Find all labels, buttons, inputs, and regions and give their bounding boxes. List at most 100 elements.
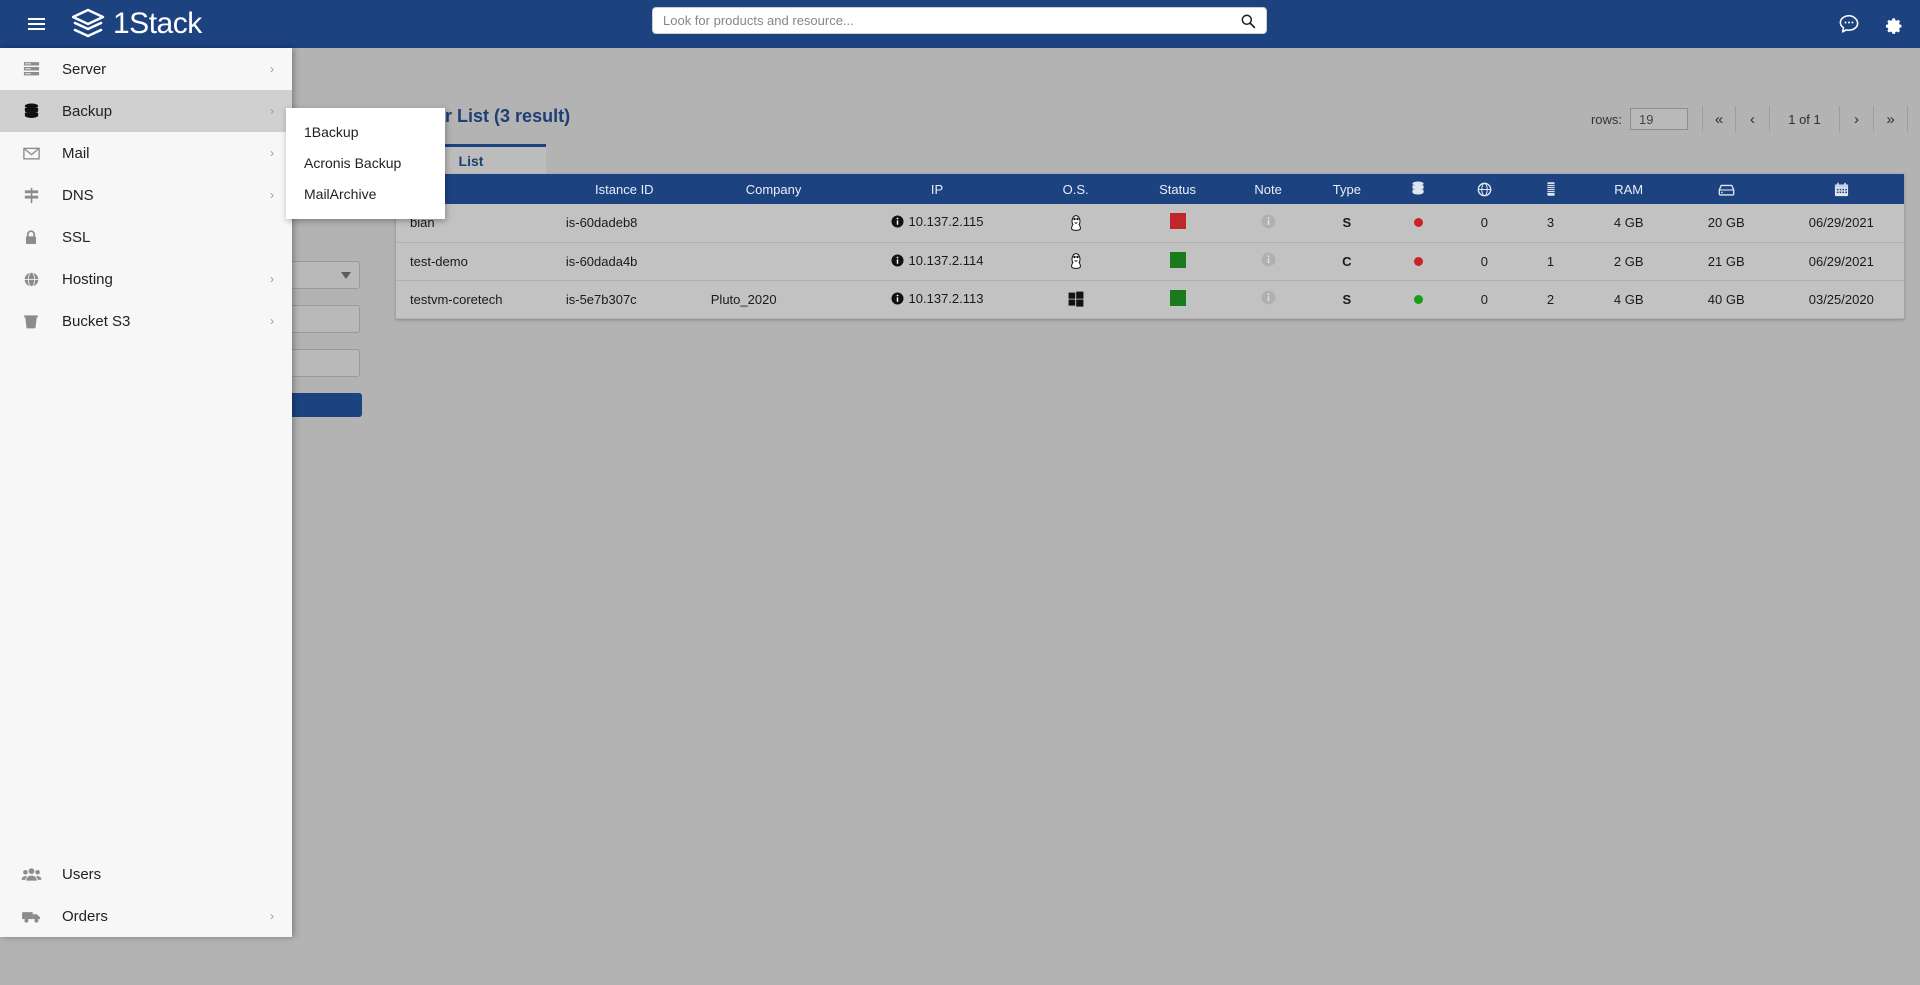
sidebar-item-ssl[interactable]: SSL (0, 216, 292, 258)
cell-db-status (1385, 204, 1452, 243)
th-cpu[interactable] (1517, 174, 1584, 204)
globe-icon (0, 270, 62, 289)
server-icon (0, 60, 62, 79)
cell-date: 03/25/2020 (1778, 280, 1904, 319)
cell-status (1127, 280, 1228, 319)
info-icon[interactable] (1261, 214, 1276, 229)
info-icon[interactable] (891, 215, 904, 228)
cell-disk: 20 GB (1673, 204, 1779, 243)
sidebar-item-label: Hosting (62, 270, 113, 288)
last-page-button[interactable]: » (1874, 106, 1908, 132)
th-os[interactable]: O.S. (1023, 174, 1128, 204)
cell-ip: 10.137.2.115 (850, 204, 1024, 243)
rows-input[interactable] (1630, 108, 1688, 130)
gear-icon[interactable] (1882, 13, 1904, 35)
linux-icon (1070, 253, 1081, 269)
sidebar-item-hosting[interactable]: Hosting › (0, 258, 292, 300)
cell-cpu: 2 (1517, 280, 1584, 319)
ip-text: 10.137.2.114 (908, 252, 984, 268)
chevron-down-icon (341, 272, 351, 279)
table-row[interactable]: testvm-coretech is-5e7b307c Pluto_2020 1… (396, 280, 1904, 319)
sidebar-item-backup[interactable]: Backup › (0, 90, 292, 132)
th-ram[interactable]: RAM (1583, 174, 1674, 204)
sidebar-item-server[interactable]: Server › (0, 48, 292, 90)
cell-note (1227, 280, 1309, 319)
sidebar-item-bucket-s3[interactable]: Bucket S3 › (0, 300, 292, 342)
status-badge (1169, 251, 1186, 268)
users-icon (0, 865, 62, 884)
database-icon (1412, 181, 1424, 195)
next-page-button[interactable]: › (1840, 106, 1874, 132)
hamburger-icon[interactable] (14, 0, 58, 48)
table-row[interactable]: test-demo is-60dada4b 10.137.2.114 C 0 1… (396, 242, 1904, 281)
cell-ram: 4 GB (1583, 204, 1674, 243)
th-disk[interactable] (1673, 174, 1779, 204)
sidebar-drawer: Server › Backup › Mail › DNS › SSL Hosti… (0, 48, 292, 937)
cell-note (1227, 204, 1309, 243)
status-badge (1169, 213, 1186, 230)
database-icon (0, 102, 62, 121)
cell-network: 0 (1451, 242, 1518, 281)
chat-icon[interactable] (1838, 13, 1860, 35)
table-header-row: Istance ID Company IP O.S. Status Note T… (396, 174, 1904, 204)
signpost-icon (0, 186, 62, 205)
table-row[interactable]: bian is-60dadeb8 10.137.2.115 S 0 3 4 GB… (396, 204, 1904, 243)
cell-company (696, 242, 851, 281)
info-icon[interactable] (1261, 290, 1276, 305)
th-type[interactable]: Type (1308, 174, 1386, 204)
sidebar-item-dns[interactable]: DNS › (0, 174, 292, 216)
submenu-item-mailarchive[interactable]: MailArchive (286, 178, 445, 209)
table-body: bian is-60dadeb8 10.137.2.115 S 0 3 4 GB… (396, 204, 1904, 319)
info-icon[interactable] (1261, 252, 1276, 267)
submenu-item-acronis-backup[interactable]: Acronis Backup (286, 147, 445, 178)
brand-logo-link[interactable]: 1Stack (72, 8, 202, 40)
th-note[interactable]: Note (1227, 174, 1309, 204)
th-status[interactable]: Status (1127, 174, 1228, 204)
cell-note (1227, 242, 1309, 281)
first-page-button[interactable]: « (1702, 106, 1736, 132)
th-instance-id[interactable]: Istance ID (551, 174, 697, 204)
sidebar-item-label: SSL (62, 228, 91, 246)
status-badge (1169, 289, 1186, 306)
info-icon[interactable] (891, 291, 904, 305)
th-company[interactable]: Company (696, 174, 851, 204)
sidebar-item-label: DNS (62, 186, 94, 204)
chevron-right-icon: › (270, 188, 274, 202)
table-header: Istance ID Company IP O.S. Status Note T… (396, 174, 1904, 204)
ip-text: 10.137.2.115 (908, 214, 984, 230)
info-icon[interactable] (891, 253, 904, 267)
th-date[interactable] (1778, 174, 1904, 204)
sidebar-item-users[interactable]: Users (0, 853, 292, 895)
cell-company: Pluto_2020 (696, 280, 851, 319)
sidebar-item-orders[interactable]: Orders › (0, 895, 292, 937)
truck-icon (0, 908, 62, 925)
th-network[interactable] (1451, 174, 1518, 204)
db-status-dot (1413, 256, 1423, 266)
cell-os (1023, 242, 1128, 281)
windows-icon (1068, 291, 1084, 307)
ip-text: 10.137.2.113 (908, 290, 984, 306)
cell-os (1023, 204, 1128, 243)
cell-type: S (1308, 204, 1386, 243)
search-container (652, 7, 1267, 34)
sidebar-item-label: Orders (62, 907, 108, 925)
cell-instance-id: is-60dada4b (551, 242, 697, 281)
rows-label: rows: (1590, 111, 1622, 127)
search-icon[interactable] (1240, 13, 1256, 29)
cell-disk: 21 GB (1673, 242, 1779, 281)
cell-status (1127, 242, 1228, 281)
sidebar-bottom-group: Users Orders › (0, 853, 292, 937)
search-input[interactable] (663, 13, 1240, 28)
submenu-item-1backup[interactable]: 1Backup (286, 116, 445, 147)
th-ip[interactable]: IP (850, 174, 1024, 204)
prev-page-button[interactable]: ‹ (1736, 106, 1770, 132)
page-indicator: 1 of 1 (1770, 106, 1840, 132)
db-status-dot (1413, 294, 1423, 304)
sidebar-item-label: Mail (62, 144, 90, 162)
sidebar-item-mail[interactable]: Mail › (0, 132, 292, 174)
th-database[interactable] (1385, 174, 1452, 204)
cell-os (1023, 280, 1128, 319)
cell-name: test-demo (396, 242, 552, 281)
cell-cpu: 1 (1517, 242, 1584, 281)
hdd-icon (1718, 184, 1735, 196)
